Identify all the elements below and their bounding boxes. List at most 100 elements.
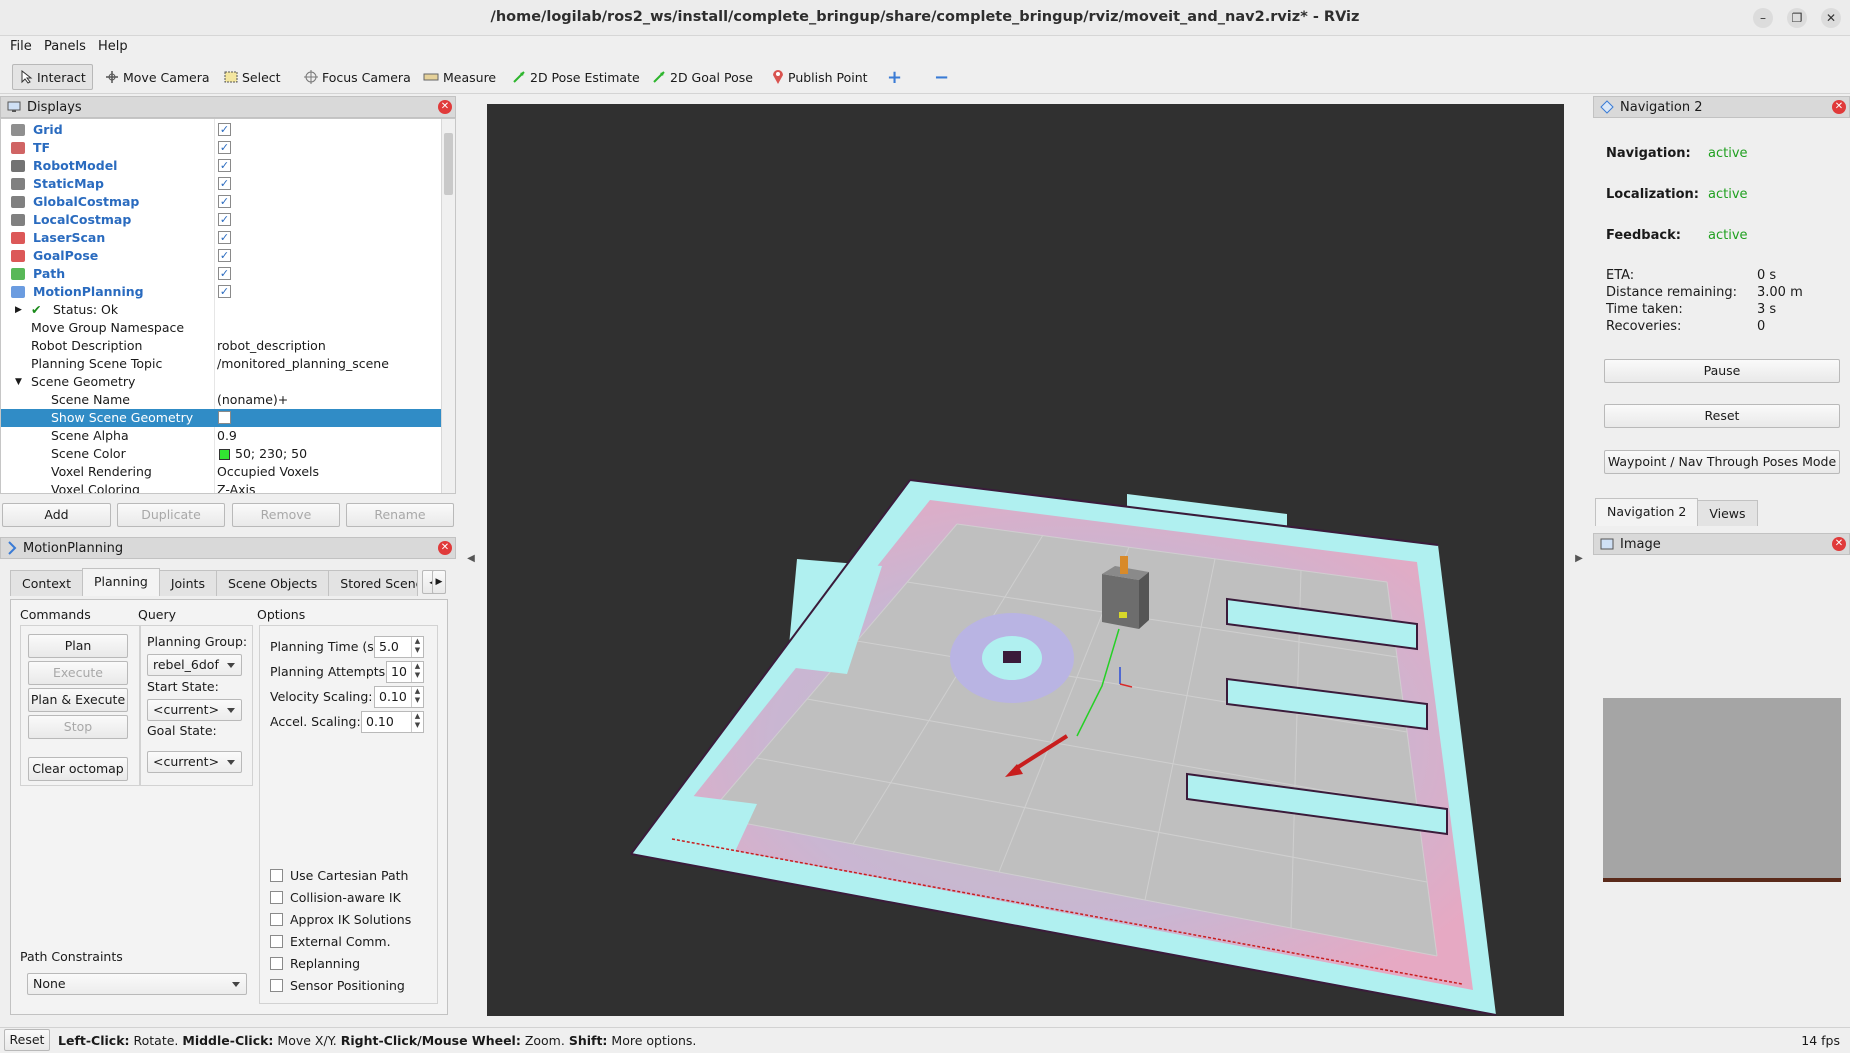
property-row[interactable]: Scene Name (noname)+ — [1, 391, 441, 409]
stop-button[interactable]: Stop — [28, 715, 128, 739]
display-item-goalpose[interactable]: GoalPose ✓ — [1, 247, 441, 265]
3d-viewport[interactable] — [487, 104, 1564, 1016]
spin-arrows-icon[interactable]: ▲ ▼ — [411, 662, 423, 682]
remove-tool-button[interactable]: − — [927, 64, 956, 90]
close-window-button[interactable]: ✕ — [1821, 8, 1841, 28]
focus-camera-tool[interactable]: Focus Camera — [297, 64, 418, 90]
plan-execute-button[interactable]: Plan & Execute — [28, 688, 128, 712]
select-tool[interactable]: Select — [217, 64, 288, 90]
menu-file[interactable]: File — [10, 39, 32, 54]
display-item-globalcostmap[interactable]: GlobalCostmap ✓ — [1, 193, 441, 211]
expand-arrow-icon[interactable]: ▶ — [15, 305, 22, 315]
display-enabled-checkbox[interactable]: ✓ — [218, 213, 231, 226]
option-checkbox[interactable] — [270, 979, 283, 992]
start-state-select[interactable]: <current> — [147, 699, 242, 721]
maximize-button[interactable]: ❐ — [1787, 8, 1807, 28]
option-checkbox[interactable] — [270, 935, 283, 948]
display-item-robotmodel[interactable]: RobotModel ✓ — [1, 157, 441, 175]
spin-arrows-icon[interactable]: ▲ ▼ — [411, 637, 423, 657]
map-render[interactable] — [487, 104, 1564, 1016]
execute-button[interactable]: Execute — [28, 661, 128, 685]
menu-help[interactable]: Help — [98, 39, 128, 54]
property-row[interactable]: Show Scene Geometry — [1, 409, 441, 427]
tab-stored-scenes[interactable]: Stored Scenes — [328, 570, 419, 596]
goal-pose-tool[interactable]: 2D Goal Pose — [645, 64, 760, 90]
display-enabled-checkbox[interactable]: ✓ — [218, 267, 231, 280]
property-row[interactable]: ▼ Scene Geometry — [1, 373, 441, 391]
accel-scaling-input[interactable]: 0.10 ▲ ▼ — [361, 711, 424, 733]
tab-planning[interactable]: Planning — [81, 568, 160, 596]
display-item-staticmap[interactable]: StaticMap ✓ — [1, 175, 441, 193]
close-nav2-button[interactable]: ✕ — [1832, 100, 1846, 114]
display-enabled-checkbox[interactable]: ✓ — [218, 249, 231, 262]
display-enabled-checkbox[interactable]: ✓ — [218, 123, 231, 136]
move-camera-tool[interactable]: Move Camera — [98, 64, 217, 90]
option-checkbox[interactable] — [270, 913, 283, 926]
display-item-localcostmap[interactable]: LocalCostmap ✓ — [1, 211, 441, 229]
property-row[interactable]: Planning Scene Topic/monitored_planning_… — [1, 355, 441, 373]
menu-panels[interactable]: Panels — [44, 39, 86, 54]
display-item-laserscan[interactable]: LaserScan ✓ — [1, 229, 441, 247]
display-enabled-checkbox[interactable]: ✓ — [218, 195, 231, 208]
display-enabled-checkbox[interactable]: ✓ — [218, 177, 231, 190]
display-item-path[interactable]: Path ✓ — [1, 265, 441, 283]
collapse-right-handle[interactable]: ▶ — [1573, 553, 1585, 573]
planning-time-input[interactable]: 5.0 ▲ ▼ — [374, 636, 424, 658]
duplicate-display-button[interactable]: Duplicate — [117, 503, 225, 527]
expand-arrow-icon[interactable]: ▼ — [15, 377, 22, 387]
close-motion-planning-button[interactable]: ✕ — [438, 541, 452, 555]
nav-reset-button[interactable]: Reset — [1604, 404, 1840, 428]
tab-scene-objects[interactable]: Scene Objects — [215, 570, 330, 596]
planning-group-select[interactable]: rebel_6dof — [147, 654, 242, 676]
spin-arrows-icon[interactable]: ▲ ▼ — [411, 687, 423, 707]
add-display-button[interactable]: Add — [2, 503, 111, 527]
spin-arrows-icon[interactable]: ▲ ▼ — [411, 712, 423, 732]
clear-octomap-button[interactable]: Clear octomap — [28, 757, 128, 781]
close-image-button[interactable]: ✕ — [1832, 537, 1846, 551]
property-row[interactable]: Voxel Coloring Z-Axis — [1, 481, 441, 493]
tab-navigation-2[interactable]: Navigation 2 — [1595, 498, 1699, 526]
property-row[interactable]: Scene Color 50; 230; 50 — [1, 445, 441, 463]
remove-display-button[interactable]: Remove — [232, 503, 340, 527]
display-enabled-checkbox[interactable]: ✓ — [218, 141, 231, 154]
display-item-motionplanning[interactable]: MotionPlanning ✓ — [1, 283, 441, 301]
interact-tool[interactable]: Interact — [12, 64, 93, 90]
planning-attempts-input[interactable]: 10 ▲ ▼ — [386, 661, 424, 683]
property-row[interactable]: Scene Alpha 0.9 — [1, 427, 441, 445]
property-row[interactable]: Voxel Rendering Occupied Voxels — [1, 463, 441, 481]
tab-joints[interactable]: Joints — [158, 570, 217, 596]
add-tool-button[interactable]: + — [880, 64, 909, 90]
option-checkbox[interactable] — [270, 891, 283, 904]
pause-button[interactable]: Pause — [1604, 359, 1840, 383]
displays-scrollbar[interactable] — [441, 119, 455, 493]
rename-display-button[interactable]: Rename — [346, 503, 454, 527]
show-scene-geometry-checkbox[interactable] — [218, 411, 231, 424]
display-enabled-checkbox[interactable]: ✓ — [218, 159, 231, 172]
property-row[interactable]: Move Group Namespace — [1, 319, 441, 337]
display-enabled-checkbox[interactable]: ✓ — [218, 285, 231, 298]
waypoint-mode-button[interactable]: Waypoint / Nav Through Poses Mode — [1604, 450, 1840, 474]
path-constraints-select[interactable]: None — [27, 973, 247, 995]
option-checkbox[interactable] — [270, 957, 283, 970]
scene-color-swatch[interactable] — [219, 449, 230, 460]
property-row[interactable]: Robot Description robot_description — [1, 337, 441, 355]
tabs-scroll-right-button[interactable]: ▶ — [432, 570, 446, 594]
pose-estimate-tool[interactable]: 2D Pose Estimate — [505, 64, 647, 90]
view-reset-button[interactable]: Reset — [4, 1029, 50, 1051]
option-checkbox[interactable] — [270, 869, 283, 882]
collapse-left-handle[interactable]: ◀ — [465, 553, 477, 573]
close-displays-button[interactable]: ✕ — [438, 100, 452, 114]
tab-context[interactable]: Context — [10, 570, 83, 596]
plan-button[interactable]: Plan — [28, 634, 128, 658]
publish-point-tool[interactable]: Publish Point — [765, 64, 875, 90]
display-enabled-checkbox[interactable]: ✓ — [218, 231, 231, 244]
property-row[interactable]: ▶ ✔ Status: Ok — [1, 301, 441, 319]
goal-state-select[interactable]: <current> — [147, 751, 242, 773]
scroll-thumb[interactable] — [444, 133, 453, 195]
display-item-grid[interactable]: Grid ✓ — [1, 121, 441, 139]
measure-tool[interactable]: Measure — [416, 64, 503, 90]
tab-views[interactable]: Views — [1697, 500, 1758, 526]
display-item-tf[interactable]: TF ✓ — [1, 139, 441, 157]
minimize-button[interactable]: – — [1753, 8, 1773, 28]
velocity-scaling-input[interactable]: 0.10 ▲ ▼ — [374, 686, 424, 708]
